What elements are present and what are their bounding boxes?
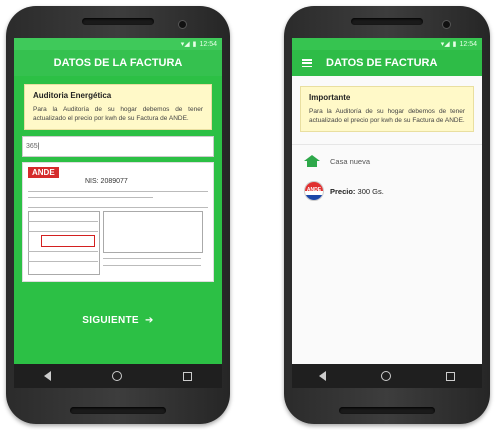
nav-bar bbox=[292, 364, 482, 388]
price-input-value: 365 bbox=[26, 143, 38, 150]
page-title: DATOS DE FACTURA bbox=[326, 57, 438, 69]
front-camera bbox=[442, 20, 451, 29]
bottom-speaker bbox=[339, 407, 435, 414]
invoice-nis: NIS: 2089077 bbox=[85, 178, 128, 185]
nav-bar bbox=[14, 364, 222, 388]
invoice-image: ANDE NIS: 2089077 bbox=[22, 162, 214, 282]
notice-card: Importante Para la Auditoría de su hogar… bbox=[300, 86, 474, 132]
signal-icon: ▾◢ bbox=[440, 41, 450, 48]
house-row[interactable]: Casa nueva bbox=[304, 155, 482, 167]
speaker bbox=[82, 18, 154, 25]
divider bbox=[292, 144, 482, 145]
status-time: 12:54 bbox=[199, 40, 217, 48]
summary-content: Importante Para la Auditoría de su hogar… bbox=[292, 76, 482, 364]
invoice-rule bbox=[28, 261, 98, 262]
back-icon[interactable] bbox=[319, 371, 327, 381]
price-row: ANDE Precio: 300 Gs. bbox=[304, 181, 482, 201]
status-bar: ▾◢ ▮ 12:54 bbox=[292, 38, 482, 50]
invoice-rule bbox=[103, 258, 201, 259]
house-icon bbox=[304, 155, 320, 167]
status-bar: ▾◢ ▮ 12:54 bbox=[14, 38, 222, 50]
status-time: 12:54 bbox=[459, 40, 477, 48]
notice-card: Auditoria Energética Para la Auditoría d… bbox=[24, 84, 212, 130]
next-button[interactable]: SIGUIENTE ➔ bbox=[14, 315, 222, 326]
battery-icon: ▮ bbox=[452, 41, 457, 48]
notice-text: Para la Auditoría de su hogar debemos de… bbox=[309, 108, 465, 124]
invoice-rule bbox=[28, 231, 98, 232]
invoice-rule bbox=[28, 191, 208, 192]
invoice-rule bbox=[103, 265, 201, 266]
house-name: Casa nueva bbox=[330, 156, 371, 166]
recent-apps-icon[interactable] bbox=[182, 371, 192, 381]
invoice-rule bbox=[28, 221, 98, 222]
front-camera bbox=[178, 20, 187, 29]
home-icon[interactable] bbox=[111, 371, 122, 381]
right-screen: ▾◢ ▮ 12:54 DATOS DE FACTURA Importante P… bbox=[292, 38, 482, 388]
home-icon[interactable] bbox=[380, 371, 391, 381]
text-cursor: | bbox=[37, 143, 40, 150]
notice-text: Para la Auditoría de su hogar debemos de… bbox=[33, 106, 203, 122]
form-content: Auditoria Energética Para la Auditoría d… bbox=[14, 76, 222, 364]
page-title: DATOS DE LA FACTURA bbox=[53, 57, 183, 69]
ande-logo-icon: ANDE bbox=[304, 181, 324, 201]
price-value: 300 Gs. bbox=[357, 186, 384, 196]
invoice-rule bbox=[28, 251, 98, 252]
back-icon[interactable] bbox=[44, 371, 52, 381]
price-highlight-box bbox=[41, 235, 95, 247]
invoice-table bbox=[103, 211, 203, 253]
speaker bbox=[351, 18, 423, 25]
app-bar: DATOS DE LA FACTURA bbox=[14, 50, 222, 76]
signal-icon: ▾◢ bbox=[180, 41, 190, 48]
recent-apps-icon[interactable] bbox=[445, 371, 455, 381]
bottom-speaker bbox=[70, 407, 166, 414]
left-screen: ▾◢ ▮ 12:54 DATOS DE LA FACTURA Auditoria… bbox=[14, 38, 222, 388]
ande-invoice-logo: ANDE bbox=[28, 167, 59, 178]
invoice-rule bbox=[28, 207, 208, 208]
price-input[interactable]: 365 | bbox=[22, 136, 214, 157]
next-button-label: SIGUIENTE bbox=[82, 315, 139, 326]
invoice-rule bbox=[28, 197, 153, 198]
battery-icon: ▮ bbox=[192, 41, 197, 48]
right-phone: ▾◢ ▮ 12:54 DATOS DE FACTURA Importante P… bbox=[284, 6, 490, 424]
price-label: Precio: bbox=[330, 186, 356, 196]
notice-title: Importante bbox=[309, 93, 351, 102]
menu-icon[interactable] bbox=[302, 59, 312, 67]
arrow-right-icon: ➔ bbox=[141, 315, 154, 326]
app-bar: DATOS DE FACTURA bbox=[292, 50, 482, 76]
notice-title: Auditoria Energética bbox=[33, 91, 112, 100]
left-phone: ▾◢ ▮ 12:54 DATOS DE LA FACTURA Auditoria… bbox=[6, 6, 230, 424]
